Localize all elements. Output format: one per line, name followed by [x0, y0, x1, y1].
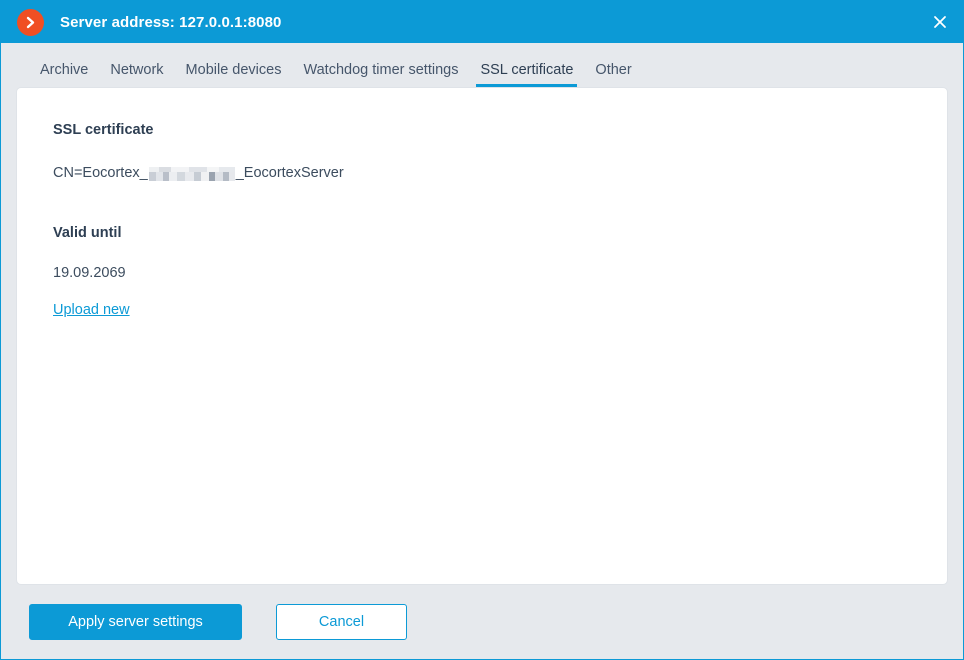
ssl-certificate-heading: SSL certificate	[53, 122, 154, 138]
close-icon	[934, 16, 946, 28]
valid-until-heading: Valid until	[53, 224, 122, 241]
tab-mobile-devices[interactable]: Mobile devices	[175, 62, 293, 88]
tab-watchdog-timer-settings[interactable]: Watchdog timer settings	[292, 62, 469, 88]
valid-until-value: 19.09.2069	[53, 264, 126, 281]
certificate-name-prefix: CN=Eocortex_	[53, 165, 148, 182]
cancel-button[interactable]: Cancel	[276, 604, 407, 640]
settings-window: Server address: 127.0.0.1:8080 Archive N…	[0, 0, 964, 660]
upload-new-link[interactable]: Upload new	[53, 302, 130, 318]
certificate-name-suffix: _EocortexServer	[235, 165, 344, 182]
title-bar: Server address: 127.0.0.1:8080	[1, 1, 963, 43]
window-title: Server address: 127.0.0.1:8080	[60, 13, 282, 31]
tab-bar: Archive Network Mobile devices Watchdog …	[1, 43, 963, 87]
content-area: SSL certificate CN=Eocortex_ _EocortexSer…	[1, 87, 963, 585]
footer-bar: Apply server settings Cancel	[1, 585, 963, 659]
apply-server-settings-button[interactable]: Apply server settings	[29, 604, 242, 640]
close-button[interactable]	[917, 1, 963, 43]
tab-network[interactable]: Network	[99, 62, 174, 88]
certificate-common-name: CN=Eocortex_ _EocortexServer	[53, 164, 911, 182]
certificate-name-redacted	[148, 167, 235, 182]
ssl-certificate-panel: SSL certificate CN=Eocortex_ _EocortexSer…	[16, 87, 948, 585]
tab-other[interactable]: Other	[584, 62, 642, 88]
tab-archive[interactable]: Archive	[29, 62, 99, 88]
chevron-right-circle-icon	[17, 8, 44, 36]
tab-ssl-certificate[interactable]: SSL certificate	[469, 62, 584, 88]
